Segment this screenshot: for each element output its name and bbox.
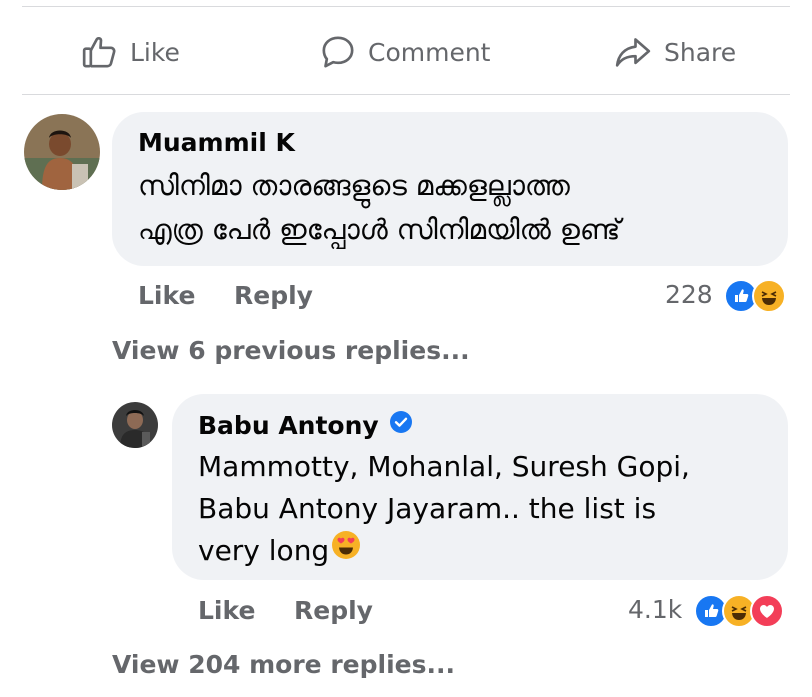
reply-author[interactable]: Babu Antony [198,410,413,440]
heart-eyes-emoji-icon [331,530,361,572]
view-previous-replies-link[interactable]: View 6 previous replies... [112,336,470,365]
comment-action-label: Comment [368,37,491,67]
like-action-label: Like [130,37,180,67]
reply-author-name: Babu Antony [198,410,379,440]
comment-author[interactable]: Muammil K [138,128,295,157]
avatar[interactable] [112,402,158,448]
comment-text-line: സിനിമാ താരങ്ങളുടെ മക്കളല്ലാത്ത [138,169,570,202]
reaction-icons[interactable] [694,594,784,628]
love-reaction-icon [750,594,784,628]
reply-like-link[interactable]: Like [198,596,255,625]
avatar[interactable] [24,114,100,190]
comment-reply-link[interactable]: Reply [234,281,313,310]
reply-text-line: Mammotty, Mohanlal, Suresh Gopi, [198,450,690,483]
thumbs-up-icon [80,32,120,72]
reaction-count[interactable]: 4.1k [628,595,682,624]
action-bar-divider [22,94,790,95]
verified-badge-icon [389,410,413,440]
reaction-icons[interactable] [724,279,786,313]
comment-like-link[interactable]: Like [138,281,195,310]
comment-author-name: Muammil K [138,128,295,157]
haha-reaction-icon [752,279,786,313]
reply-text-line-end: very long [198,534,330,567]
share-action-label: Share [664,37,737,67]
share-arrow-icon [612,32,654,72]
view-more-replies-link[interactable]: View 204 more replies... [112,650,455,679]
speech-bubble-icon [318,32,358,72]
reaction-count[interactable]: 228 [665,280,713,309]
like-action-button[interactable]: Like [80,32,180,72]
comment-text-line: എത്ര പേർ ഇപ്പോൾ സിനിമയിൽ ഉണ്ട് [138,213,621,246]
share-action-button[interactable]: Share [612,32,736,72]
post-action-bar: Like Comment Share [0,20,812,86]
comment-action-button[interactable]: Comment [318,32,491,72]
top-divider [22,6,790,7]
reply-text: Mammotty, Mohanlal, Suresh Gopi, Babu An… [198,446,690,572]
reply-text-line: very long [198,530,690,572]
reply-reply-link[interactable]: Reply [294,596,373,625]
comment-text: സിനിമാ താരങ്ങളുടെ മക്കളല്ലാത്ത എത്ര പേർ … [138,164,620,252]
reply-text-line: Babu Antony Jayaram.. the list is [198,492,657,525]
